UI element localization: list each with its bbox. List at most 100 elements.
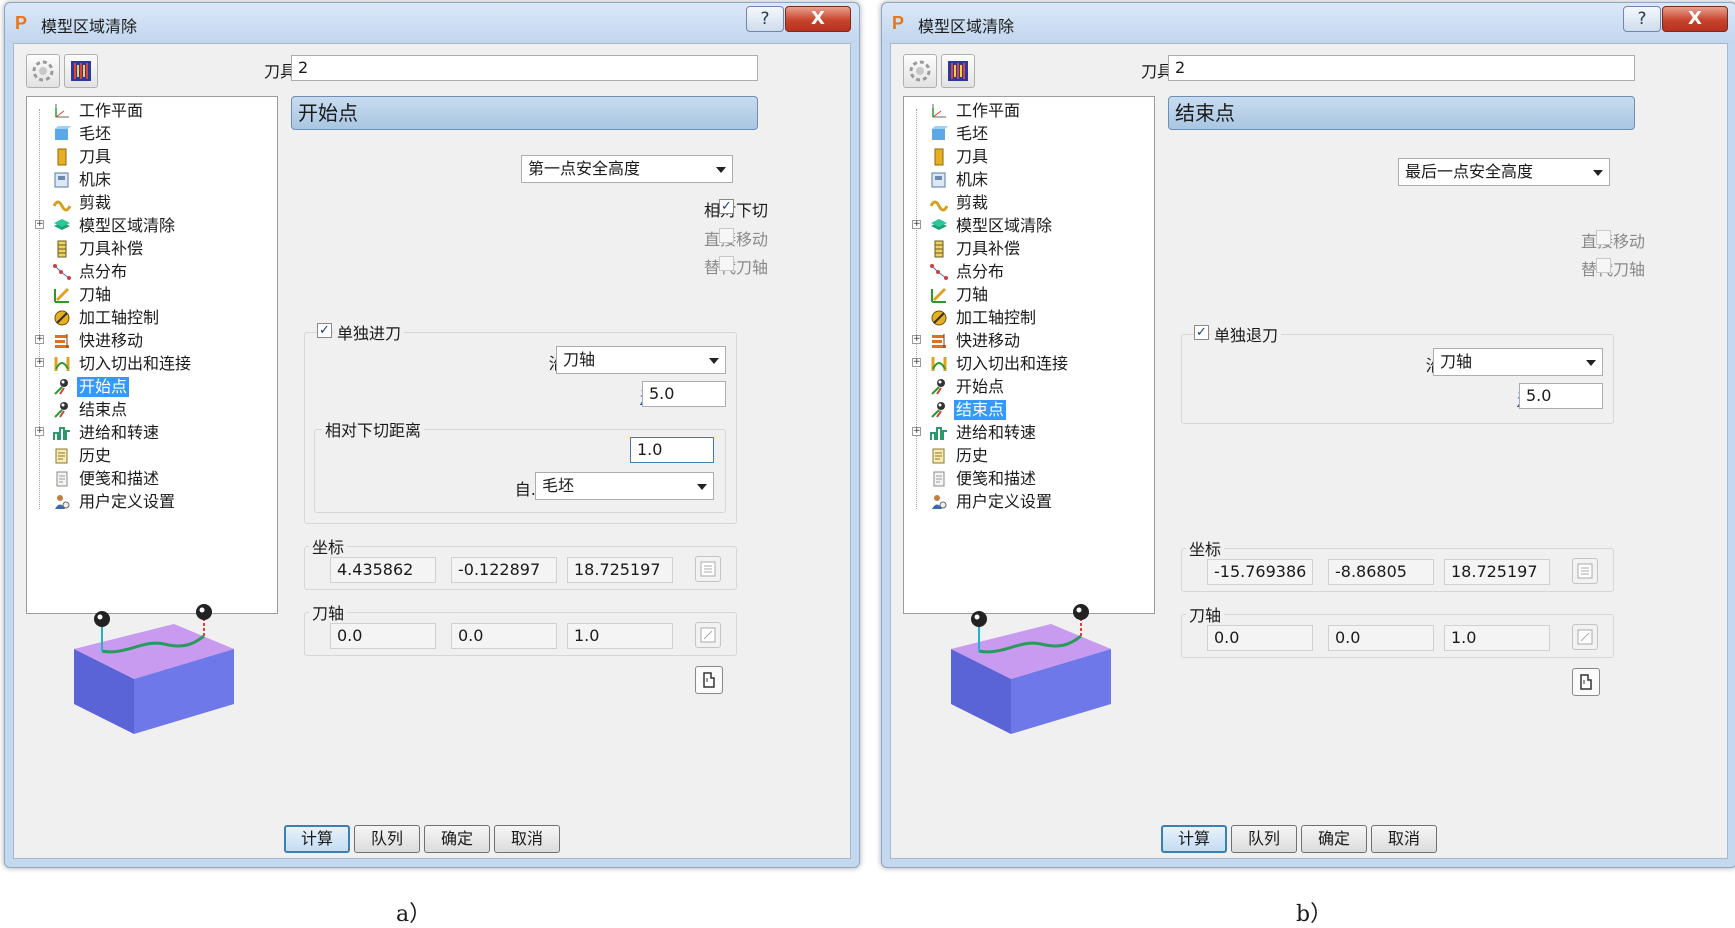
tree-item-notes[interactable]: 便笺和描述 bbox=[904, 467, 1144, 491]
calculate-button[interactable]: 计算 bbox=[1161, 825, 1227, 853]
queue-button[interactable]: 队列 bbox=[1231, 825, 1297, 853]
coordinate-x-field[interactable]: -15.769386 bbox=[1207, 559, 1313, 585]
tree-item-axis-control[interactable]: 加工轴控制 bbox=[904, 306, 1144, 330]
coordinate-x-field[interactable]: 4.435862 bbox=[330, 557, 436, 583]
tree-item-tool[interactable]: 刀具 bbox=[27, 145, 267, 169]
expand-icon[interactable]: + bbox=[912, 335, 921, 344]
axis-k-field[interactable]: 1.0 bbox=[567, 623, 673, 649]
tree-item-machine[interactable]: 机床 bbox=[904, 168, 1144, 192]
tree-item-user-settings[interactable]: 用户定义设置 bbox=[904, 490, 1144, 514]
toolpath-strategy-tree[interactable]: 工作平面 毛坯 刀具 机床 剪裁 + 模型区域清除 刀具补偿 点分布 刀轴 加工轴… bbox=[26, 96, 278, 614]
expand-icon[interactable]: + bbox=[912, 427, 921, 436]
tool-axis-title: 刀轴 bbox=[1186, 602, 1225, 626]
separate-move-checkbox[interactable]: ✓ bbox=[317, 323, 332, 338]
tree-item-axis-control[interactable]: 加工轴控制 bbox=[27, 306, 267, 330]
pick-position-button[interactable] bbox=[695, 666, 723, 694]
toolpath-name-input[interactable]: 2 bbox=[291, 55, 758, 81]
tree-item-point-distribution[interactable]: 点分布 bbox=[904, 260, 1144, 284]
toolbar-button-parameters[interactable] bbox=[64, 54, 98, 88]
tree-item-limit[interactable]: 剪裁 bbox=[904, 191, 1144, 215]
expand-icon[interactable]: + bbox=[912, 220, 921, 229]
tool-axis-edit-button[interactable] bbox=[1572, 624, 1598, 650]
tree-item-start-point[interactable]: 开始点 bbox=[904, 375, 1144, 399]
expand-icon[interactable]: + bbox=[35, 220, 44, 229]
toolbar-button-tool[interactable] bbox=[903, 54, 937, 88]
alt-axis-checkbox[interactable] bbox=[719, 256, 734, 271]
direct-move-checkbox[interactable] bbox=[1596, 230, 1611, 245]
along-select[interactable]: 刀轴 bbox=[556, 346, 726, 374]
close-button[interactable]: X bbox=[1662, 6, 1728, 32]
tree-item-notes[interactable]: 便笺和描述 bbox=[27, 467, 267, 491]
queue-button[interactable]: 队列 bbox=[354, 825, 420, 853]
tree-item-tool-compensation[interactable]: 刀具补偿 bbox=[27, 237, 267, 261]
alt-axis-checkbox[interactable] bbox=[1596, 258, 1611, 273]
tree-item-point-distribution[interactable]: 点分布 bbox=[27, 260, 267, 284]
tree-item-tool-axis[interactable]: 刀轴 bbox=[27, 283, 267, 307]
separate-move-checkbox[interactable]: ✓ bbox=[1194, 325, 1209, 340]
along-select[interactable]: 刀轴 bbox=[1433, 348, 1603, 376]
calculate-button[interactable]: 计算 bbox=[284, 825, 350, 853]
tool-axis-edit-button[interactable] bbox=[695, 622, 721, 648]
tree-item-history[interactable]: 历史 bbox=[27, 444, 267, 468]
expand-icon[interactable]: + bbox=[35, 358, 44, 367]
coordinates-list-button[interactable] bbox=[695, 556, 721, 582]
distance-input[interactable]: 1.0 bbox=[630, 437, 714, 463]
axis-i-field[interactable]: 0.0 bbox=[1207, 625, 1313, 651]
toolpath-strategy-tree[interactable]: 工作平面 毛坯 刀具 机床 剪裁 + 模型区域清除 刀具补偿 点分布 刀轴 加工轴… bbox=[903, 96, 1155, 614]
coordinate-y-field[interactable]: -0.122897 bbox=[451, 557, 557, 583]
cancel-button[interactable]: 取消 bbox=[1371, 825, 1437, 853]
help-button[interactable]: ? bbox=[1623, 6, 1661, 32]
tree-item-rapid-move[interactable]: + 快进移动 bbox=[27, 329, 267, 353]
title-bar[interactable]: P 模型区域清除 ? X bbox=[5, 3, 859, 43]
tree-item-end-point[interactable]: 结束点 bbox=[904, 398, 1144, 422]
tree-item-feeds-speeds[interactable]: + 进给和转速 bbox=[27, 421, 267, 445]
axis-k-field[interactable]: 1.0 bbox=[1444, 625, 1550, 651]
expand-icon[interactable]: + bbox=[912, 358, 921, 367]
axis-j-field[interactable]: 0.0 bbox=[1328, 625, 1434, 651]
pick-position-button[interactable] bbox=[1572, 668, 1600, 696]
axis-j-field[interactable]: 0.0 bbox=[451, 623, 557, 649]
measure-from-select[interactable]: 毛坯 bbox=[535, 472, 714, 500]
tree-item-limit[interactable]: 剪裁 bbox=[27, 191, 267, 215]
tree-item-area-clearance[interactable]: + 模型区域清除 bbox=[904, 214, 1144, 238]
tree-item-block[interactable]: 毛坯 bbox=[27, 122, 267, 146]
expand-icon[interactable]: + bbox=[35, 335, 44, 344]
coordinate-z-field[interactable]: 18.725197 bbox=[567, 557, 673, 583]
tree-item-user-settings[interactable]: 用户定义设置 bbox=[27, 490, 267, 514]
axis-i-field[interactable]: 0.0 bbox=[330, 623, 436, 649]
close-button[interactable]: X bbox=[785, 6, 851, 32]
tree-item-tool-axis[interactable]: 刀轴 bbox=[904, 283, 1144, 307]
tree-item-workplane[interactable]: 工作平面 bbox=[904, 99, 1144, 123]
toolbar-button-tool[interactable] bbox=[26, 54, 60, 88]
direct-move-checkbox[interactable] bbox=[719, 228, 734, 243]
approach-distance-input[interactable]: 5.0 bbox=[642, 381, 726, 407]
coordinate-y-field[interactable]: -8.86805 bbox=[1328, 559, 1434, 585]
use-select[interactable]: 第一点安全高度 bbox=[521, 155, 733, 183]
toolpath-name-input[interactable]: 2 bbox=[1168, 55, 1635, 81]
tree-item-feeds-speeds[interactable]: + 进给和转速 bbox=[904, 421, 1144, 445]
cancel-button[interactable]: 取消 bbox=[494, 825, 560, 853]
coordinates-list-button[interactable] bbox=[1572, 558, 1598, 584]
tree-item-workplane[interactable]: 工作平面 bbox=[27, 99, 267, 123]
tree-item-rapid-move[interactable]: + 快进移动 bbox=[904, 329, 1144, 353]
tree-item-history[interactable]: 历史 bbox=[904, 444, 1144, 468]
tree-item-tool[interactable]: 刀具 bbox=[904, 145, 1144, 169]
help-button[interactable]: ? bbox=[746, 6, 784, 32]
tree-item-block[interactable]: 毛坯 bbox=[904, 122, 1144, 146]
ok-button[interactable]: 确定 bbox=[424, 825, 490, 853]
tree-item-leads-links[interactable]: + 切入切出和连接 bbox=[904, 352, 1144, 376]
ok-button[interactable]: 确定 bbox=[1301, 825, 1367, 853]
tree-item-start-point[interactable]: 开始点 bbox=[27, 375, 267, 399]
title-bar[interactable]: P 模型区域清除 ? X bbox=[882, 3, 1735, 43]
use-select[interactable]: 最后一点安全高度 bbox=[1398, 158, 1610, 186]
tree-item-leads-links[interactable]: + 切入切出和连接 bbox=[27, 352, 267, 376]
coordinate-z-field[interactable]: 18.725197 bbox=[1444, 559, 1550, 585]
approach-distance-input[interactable]: 5.0 bbox=[1519, 383, 1603, 409]
expand-icon[interactable]: + bbox=[35, 427, 44, 436]
tree-item-tool-compensation[interactable]: 刀具补偿 bbox=[904, 237, 1144, 261]
toolbar-button-parameters[interactable] bbox=[941, 54, 975, 88]
tree-item-area-clearance[interactable]: + 模型区域清除 bbox=[27, 214, 267, 238]
tree-item-end-point[interactable]: 结束点 bbox=[27, 398, 267, 422]
tree-item-machine[interactable]: 机床 bbox=[27, 168, 267, 192]
relative-plunge-checkbox[interactable]: ✓ bbox=[719, 199, 734, 214]
